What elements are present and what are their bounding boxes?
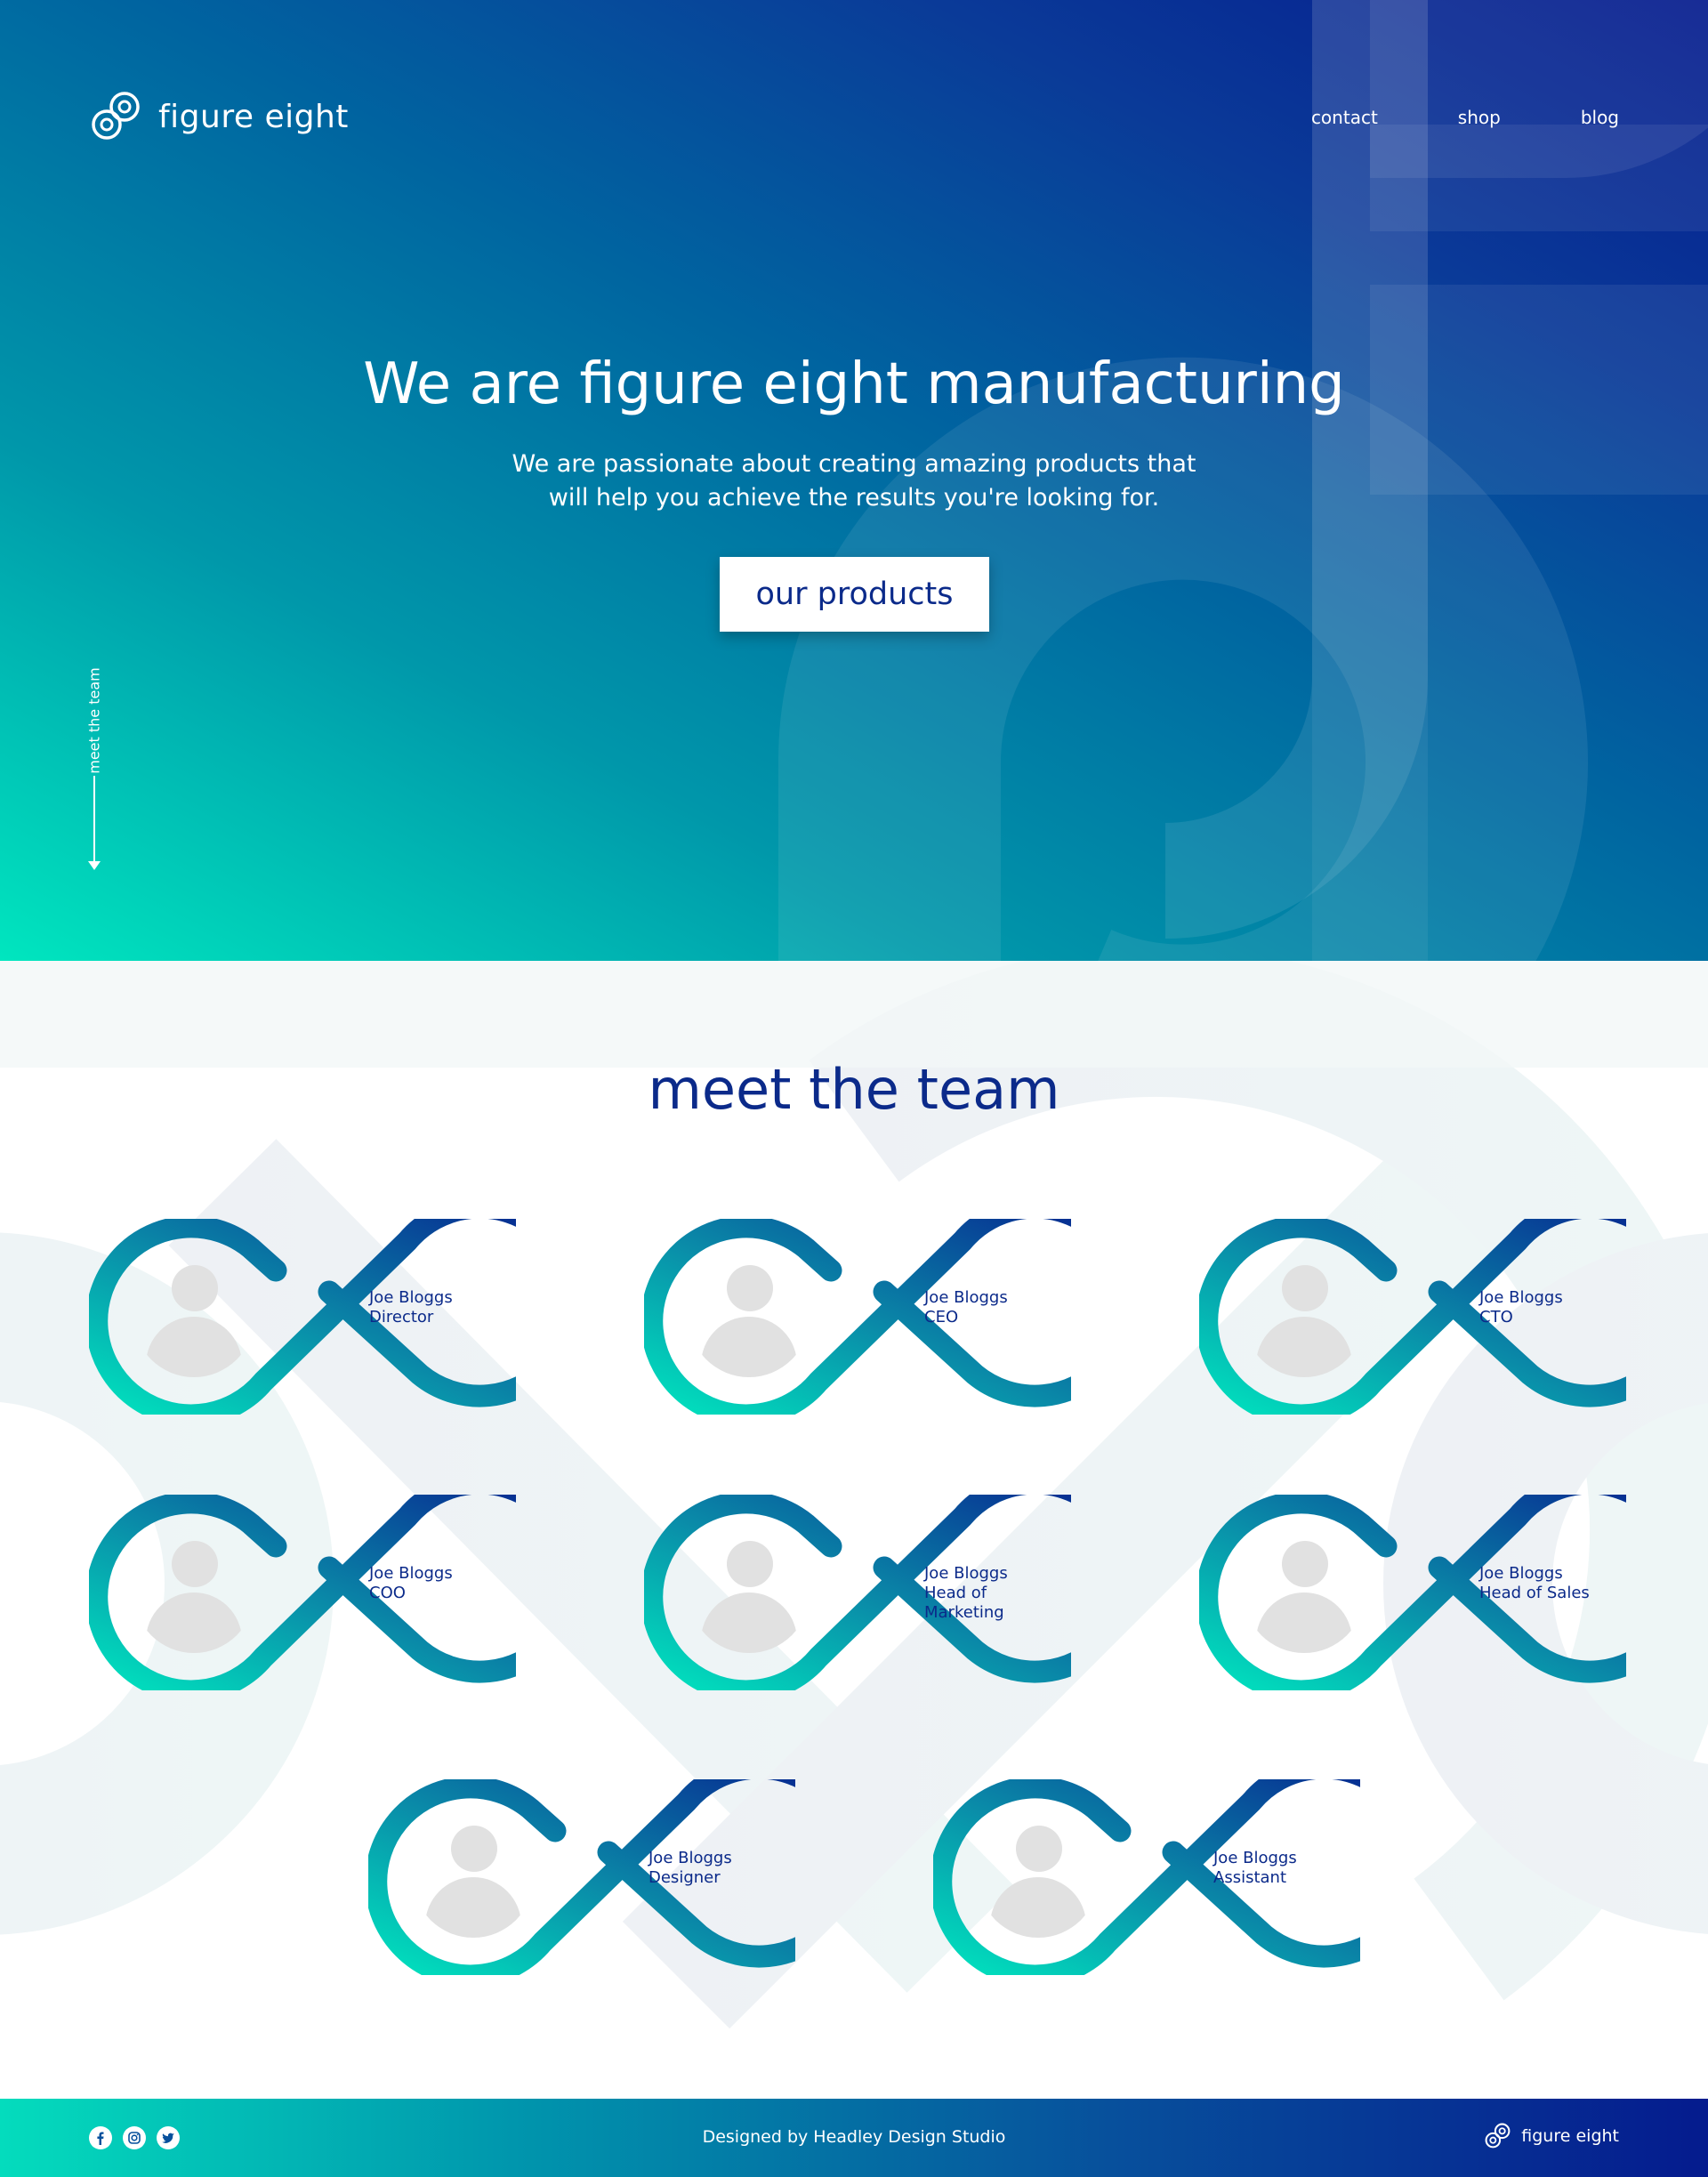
avatar [689,1532,810,1653]
footer-brand-logo[interactable]: figure eight [1484,2122,1619,2150]
member-name: Joe Bloggs [924,1288,1008,1307]
avatar-body [146,1592,242,1653]
site-footer: Designed by Headley Design Studio figure… [0,2099,1708,2177]
avatar [689,1256,810,1377]
avatar-head [172,1265,218,1311]
team-section: meet the team Joe Bloggs Director Joe Blog… [0,961,1708,2100]
member-role: Assistant [1213,1868,1287,1887]
member-role: COO [369,1584,406,1602]
our-products-button[interactable]: our products [720,557,989,632]
figure-eight-logo-icon [1485,2123,1511,2149]
avatar [978,1817,1099,1938]
meet-the-team-scroll-label[interactable]: meet the team [86,667,103,773]
avatar-body [146,1317,242,1377]
member-role: CTO [1479,1308,1513,1326]
avatar-head [727,1265,773,1311]
avatar-body [990,1877,1086,1938]
team-member-card[interactable]: Joe Bloggs Head of Marketing [644,1495,1071,1690]
team-member-card[interactable]: Joe Bloggs COO [89,1495,516,1690]
avatar-body [1256,1592,1352,1653]
avatar-head [1282,1265,1328,1311]
nav-blog[interactable]: blog [1581,107,1619,128]
scroll-line [93,776,95,865]
nav-shop[interactable]: shop [1458,107,1501,128]
member-role: CEO [924,1308,959,1326]
footer-credit: Designed by Headley Design Studio [702,2127,1006,2147]
avatar-body [425,1877,521,1938]
team-member-card[interactable]: Joe Bloggs Head of Sales [1199,1495,1626,1690]
hero-subtitle-line1: We are passionate about creating amazing… [512,450,1196,478]
member-name: Joe Bloggs [369,1564,453,1583]
hero-title: We are figure eight manufacturing [363,351,1345,417]
hero-subtitle: We are passionate about creating amazing… [498,447,1210,515]
member-info: Joe Bloggs COO [369,1564,485,1603]
avatar [133,1532,254,1653]
hero-subtitle-line2: will help you achieve the results you're… [548,484,1160,512]
team-member-card[interactable]: Joe Bloggs Director [89,1219,516,1415]
member-info: Joe Bloggs CTO [1479,1288,1595,1327]
avatar-head [1016,1826,1062,1872]
member-name: Joe Bloggs [1213,1849,1297,1867]
avatar [1244,1532,1365,1653]
member-info: Joe Bloggs CEO [924,1288,1040,1327]
avatar-head [172,1541,218,1587]
avatar [413,1817,534,1938]
member-name: Joe Bloggs [1479,1564,1563,1583]
footer-brand-name: figure eight [1521,2126,1619,2146]
avatar-body [701,1317,797,1377]
avatar [1244,1256,1365,1377]
member-info: Joe Bloggs Assistant [1213,1849,1329,1888]
brand-name: figure eight [158,98,349,135]
avatar-body [701,1592,797,1653]
team-title: meet the team [648,1057,1060,1122]
figure-eight-logo-icon [92,92,140,140]
team-member-card[interactable]: Joe Bloggs Assistant [933,1779,1360,1975]
arrow-down-icon[interactable] [88,861,101,870]
nav-contact[interactable]: contact [1311,107,1378,128]
hero-section: figure eight contact shop blog We are fi… [0,0,1708,961]
member-info: Joe Bloggs Head of Sales [1479,1564,1595,1603]
member-info: Joe Bloggs Director [369,1288,485,1327]
avatar-head [451,1826,497,1872]
avatar [133,1256,254,1377]
member-name: Joe Bloggs [369,1288,453,1307]
member-name: Joe Bloggs [924,1564,1008,1583]
member-role: Designer [649,1868,721,1887]
avatar-head [1282,1541,1328,1587]
member-info: Joe Bloggs Designer [649,1849,764,1888]
member-role: Head of Sales [1479,1584,1590,1602]
team-member-card[interactable]: Joe Bloggs CTO [1199,1219,1626,1415]
avatar-body [1256,1317,1352,1377]
member-role: Director [369,1308,434,1326]
team-member-card[interactable]: Joe Bloggs Designer [368,1779,795,1975]
member-name: Joe Bloggs [1479,1288,1563,1307]
avatar-head [727,1541,773,1587]
member-role: Head of Marketing [924,1584,1004,1622]
main-nav: contact shop blog [1231,107,1619,128]
team-member-card[interactable]: Joe Bloggs CEO [644,1219,1071,1415]
member-name: Joe Bloggs [649,1849,732,1867]
brand-logo[interactable]: figure eight [89,89,349,144]
member-info: Joe Bloggs Head of Marketing [924,1564,1040,1623]
